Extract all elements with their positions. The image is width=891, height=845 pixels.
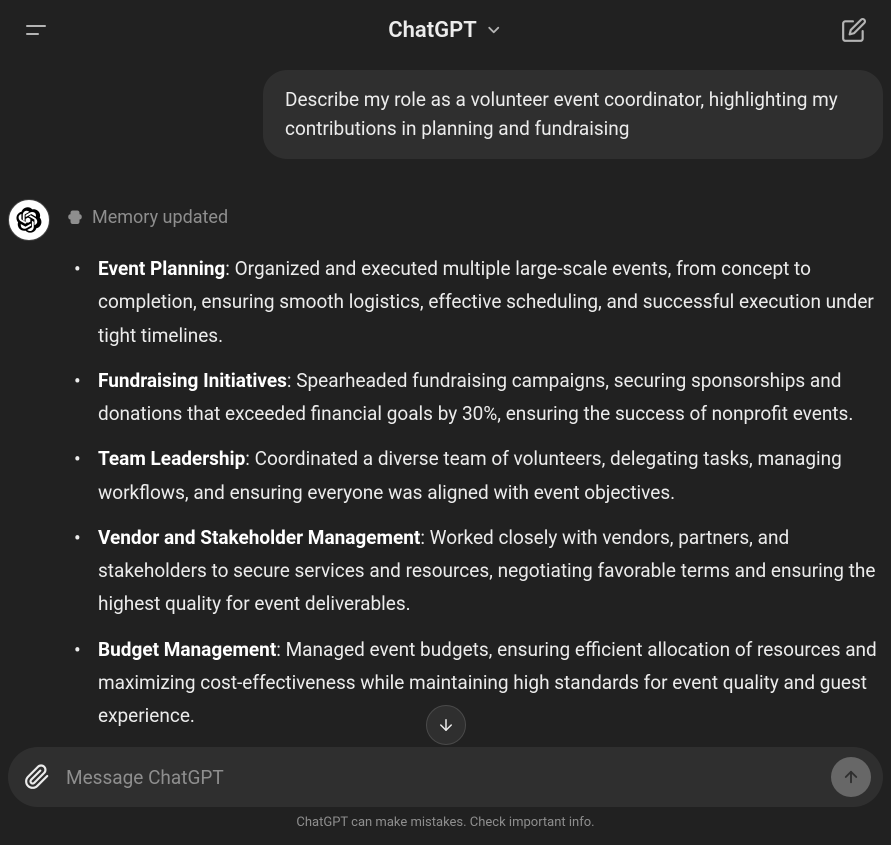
response-bullet-list: Event Planning: Organized and executed m… — [66, 252, 883, 732]
list-item: Team Leadership: Coordinated a diverse t… — [94, 442, 883, 509]
new-chat-button[interactable] — [837, 13, 871, 47]
message-input[interactable] — [66, 766, 819, 789]
bullet-title: Team Leadership — [98, 447, 245, 470]
scroll-down-button[interactable] — [426, 705, 466, 745]
memory-updated-badge[interactable]: Memory updated — [66, 207, 883, 228]
bullet-title: Event Planning — [98, 257, 225, 280]
list-item: Budget Management: Managed event budgets… — [94, 633, 883, 733]
paperclip-icon — [24, 764, 50, 790]
user-message: Describe my role as a volunteer event co… — [8, 70, 883, 159]
list-item: Event Planning: Organized and executed m… — [94, 252, 883, 352]
assistant-content: Memory updated Event Planning: Organized… — [66, 199, 883, 744]
disclaimer-text: ChatGPT can make mistakes. Check importa… — [8, 815, 883, 830]
arrow-down-icon — [437, 716, 455, 734]
assistant-avatar — [8, 199, 50, 241]
list-item: Vendor and Stakeholder Management: Worke… — [94, 521, 883, 621]
user-bubble: Describe my role as a volunteer event co… — [263, 70, 883, 159]
chevron-down-icon — [485, 21, 503, 39]
openai-logo-icon — [16, 207, 42, 233]
chat-container[interactable]: Describe my role as a volunteer event co… — [0, 60, 891, 755]
attach-button[interactable] — [20, 760, 54, 794]
input-area: ChatGPT can make mistakes. Check importa… — [8, 747, 883, 830]
bullet-title: Fundraising Initiatives — [98, 369, 287, 392]
model-selector[interactable]: ChatGPT — [388, 18, 503, 43]
assistant-message: Memory updated Event Planning: Organized… — [8, 199, 883, 744]
memory-status-text: Memory updated — [92, 207, 228, 228]
list-item: Fundraising Initiatives: Spearheaded fun… — [94, 364, 883, 431]
menu-icon — [24, 18, 48, 42]
bullet-title: Budget Management — [98, 638, 276, 661]
app-title: ChatGPT — [388, 18, 477, 43]
bullet-title: Vendor and Stakeholder Management — [98, 526, 420, 549]
send-button[interactable] — [831, 757, 871, 797]
input-container — [8, 747, 883, 807]
memory-icon — [66, 209, 84, 227]
arrow-up-icon — [842, 768, 860, 786]
compose-icon — [841, 17, 867, 43]
header: ChatGPT — [0, 0, 891, 60]
menu-button[interactable] — [20, 14, 52, 46]
